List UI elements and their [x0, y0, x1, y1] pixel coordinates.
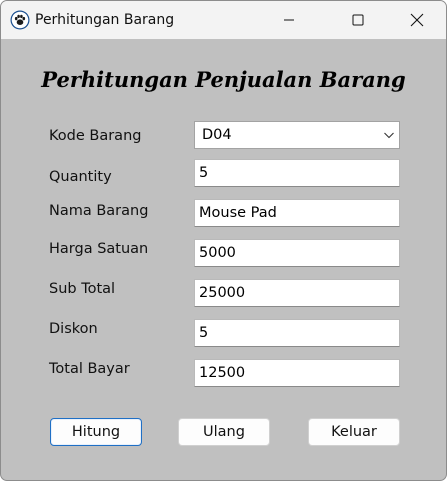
total-bayar-label: Total Bayar	[49, 361, 130, 377]
harga-satuan-label: Harga Satuan	[49, 241, 149, 257]
form-heading: Perhitungan Penjualan Barang	[41, 67, 406, 92]
total-bayar-input[interactable]: 12500	[194, 359, 400, 387]
sub-total-input[interactable]: 25000	[194, 279, 400, 307]
chevron-down-icon	[384, 132, 394, 139]
hitung-button[interactable]: Hitung	[50, 418, 142, 446]
diskon-input[interactable]: 5	[194, 319, 400, 347]
kode-barang-combobox[interactable]: D04	[194, 121, 400, 149]
quantity-label: Quantity	[49, 169, 112, 185]
harga-satuan-input[interactable]: 5000	[194, 239, 400, 267]
sub-total-label: Sub Total	[49, 281, 116, 297]
paw-icon	[10, 10, 30, 30]
maximize-button[interactable]	[335, 1, 381, 39]
minimize-button[interactable]	[266, 1, 312, 39]
diskon-label: Diskon	[49, 321, 98, 337]
kode-barang-value: D04	[202, 127, 232, 143]
window-title: Perhitungan Barang	[35, 12, 175, 28]
keluar-button[interactable]: Keluar	[308, 418, 400, 446]
nama-barang-input[interactable]: Mouse Pad	[194, 199, 400, 227]
minimize-icon	[284, 19, 294, 21]
close-button[interactable]	[394, 1, 440, 39]
kode-barang-label: Kode Barang	[49, 128, 142, 144]
app-window: Perhitungan Barang Perhitungan Penjualan…	[0, 0, 447, 481]
maximize-icon	[352, 14, 364, 26]
title-bar[interactable]: Perhitungan Barang	[1, 1, 446, 39]
ulang-button[interactable]: Ulang	[178, 418, 270, 446]
close-icon	[410, 13, 424, 27]
quantity-input[interactable]: 5	[194, 159, 400, 187]
nama-barang-label: Nama Barang	[49, 203, 149, 219]
